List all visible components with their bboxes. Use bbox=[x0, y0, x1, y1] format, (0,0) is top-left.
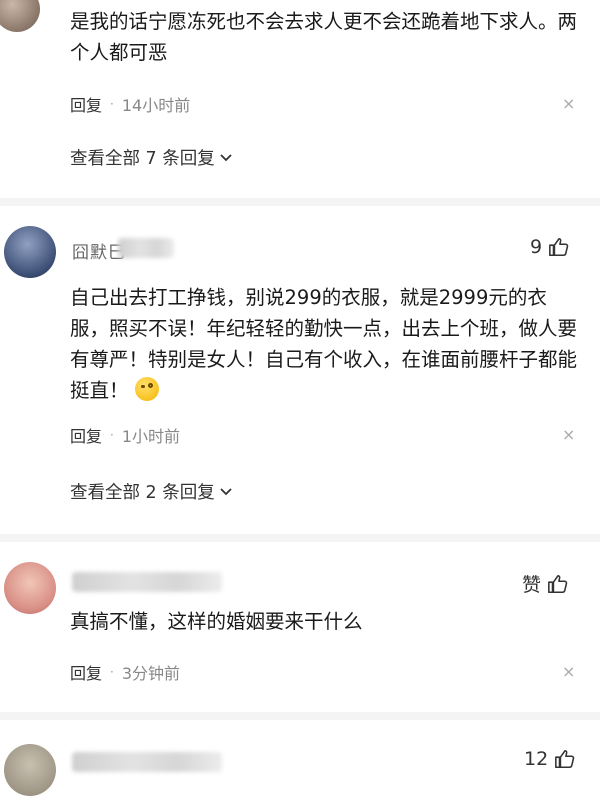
user-name-blurred bbox=[118, 238, 174, 258]
avatar[interactable] bbox=[0, 0, 40, 32]
reply-button[interactable]: 回复 bbox=[70, 92, 102, 116]
reply-button[interactable]: 回复 bbox=[70, 423, 102, 447]
user-name-blurred bbox=[72, 572, 222, 592]
avatar[interactable] bbox=[4, 744, 56, 796]
section-divider bbox=[0, 534, 600, 542]
reply-button[interactable]: 回复 bbox=[70, 660, 102, 684]
like-count: 12 bbox=[524, 748, 549, 770]
like-count: 9 bbox=[530, 236, 543, 258]
comment-text: 真搞不懂，这样的婚姻要来干什么 bbox=[70, 610, 363, 633]
view-all-label: 查看全部 2 条回复 bbox=[70, 483, 215, 503]
avatar[interactable] bbox=[4, 562, 56, 614]
like-button[interactable]: 赞 bbox=[522, 570, 569, 597]
meta-separator: · bbox=[110, 665, 114, 679]
view-all-replies-button[interactable]: 查看全部 2 条回复 bbox=[70, 479, 233, 504]
like-button[interactable]: 9 bbox=[530, 236, 570, 258]
comment-meta: 回复 · 14小时前 bbox=[70, 92, 190, 116]
thumb-up-icon bbox=[549, 237, 569, 257]
thumb-up-icon bbox=[555, 749, 575, 769]
view-all-replies-button[interactable]: 查看全部 7 条回复 bbox=[70, 145, 233, 170]
thumb-up-icon bbox=[548, 574, 568, 593]
like-button[interactable]: 12 bbox=[524, 748, 576, 770]
comment-time: 1小时前 bbox=[121, 427, 181, 446]
comment-meta: 回复 · 3分钟前 bbox=[70, 660, 180, 684]
comment-text: 自己出去打工挣钱，别说299的衣服，就是2999元的衣服，照买不误！年纪轻轻的勤… bbox=[70, 282, 580, 406]
comment-time: 3分钟前 bbox=[121, 664, 181, 683]
close-icon[interactable]: × bbox=[562, 662, 575, 681]
avatar[interactable] bbox=[4, 226, 56, 278]
chevron-down-icon bbox=[220, 487, 232, 495]
close-icon[interactable]: × bbox=[562, 94, 575, 113]
close-icon[interactable]: × bbox=[562, 425, 575, 444]
user-name-blurred bbox=[72, 752, 222, 772]
view-all-label: 查看全部 7 条回复 bbox=[70, 149, 215, 169]
comment-meta: 回复 · 1小时前 bbox=[70, 423, 180, 447]
comment-time: 14小时前 bbox=[121, 96, 191, 115]
cool-face-emoji-icon bbox=[134, 377, 159, 401]
meta-separator: · bbox=[110, 428, 114, 442]
section-divider bbox=[0, 712, 600, 720]
chevron-down-icon bbox=[220, 153, 232, 161]
comment-text: 是我的话宁愿冻死也不会去求人更不会还跪着地下求人。两个人都可恶 bbox=[70, 10, 578, 64]
section-divider bbox=[0, 198, 600, 206]
like-count: 赞 bbox=[522, 574, 542, 596]
meta-separator: · bbox=[110, 97, 114, 111]
